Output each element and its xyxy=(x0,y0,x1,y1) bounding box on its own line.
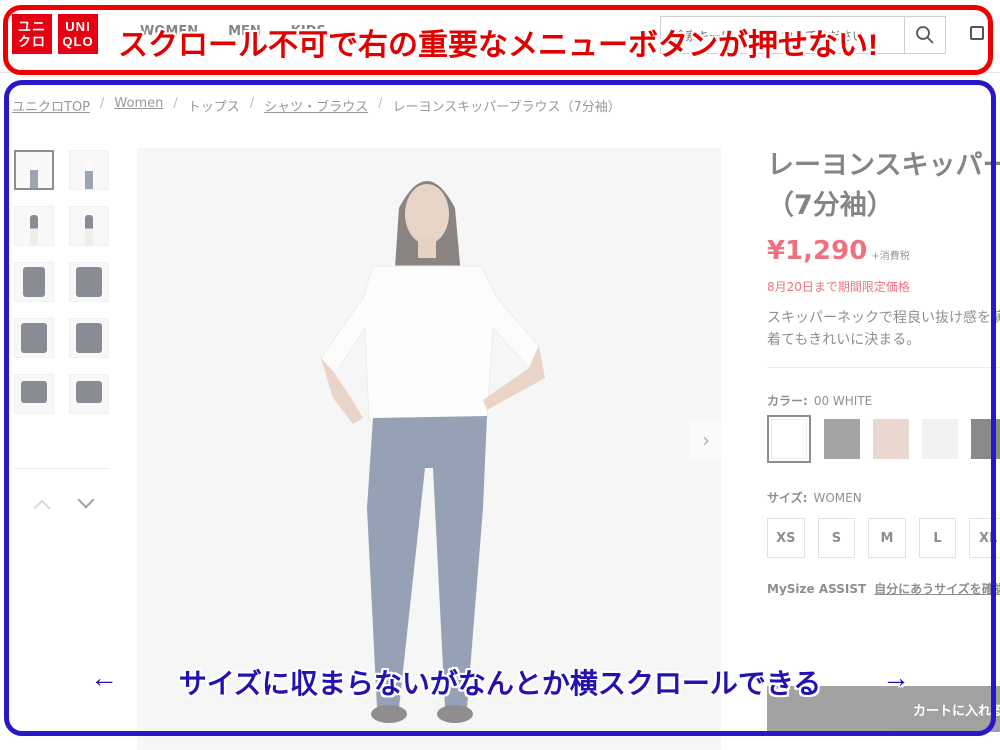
color-swatch-light[interactable] xyxy=(922,419,958,459)
product-title-line2: （7分袖） xyxy=(767,190,894,221)
main-product-image xyxy=(137,148,721,750)
thumbnail-2[interactable] xyxy=(69,150,109,190)
logo-katakana: ユニ クロ xyxy=(12,14,52,54)
size-options: XS S M L XL xyxy=(767,518,1000,558)
divider xyxy=(767,367,1000,368)
mysize-label: MySize ASSIST xyxy=(767,582,867,596)
color-value: 00 WHITE xyxy=(813,394,873,408)
uniqlo-logo[interactable]: ユニ クロ UNI QLO xyxy=(12,14,98,54)
product-price: ¥1,290 +消費税 xyxy=(767,236,1000,266)
size-s-button[interactable]: S xyxy=(817,518,856,558)
product-page: ユニクロTOP / Women / トップス / シャツ・ブラウス / レーヨン… xyxy=(0,76,1000,750)
color-swatch-white[interactable] xyxy=(767,415,811,463)
tax-note: +消費税 xyxy=(871,251,910,262)
thumbnail-divider xyxy=(14,468,110,469)
thumbnail-7[interactable] xyxy=(14,318,54,358)
color-label: カラー: 00 WHITE xyxy=(767,392,1000,409)
color-swatch-dark[interactable] xyxy=(971,419,1000,459)
chevron-right-icon: › xyxy=(702,428,710,452)
thumbnail-6[interactable] xyxy=(69,262,109,302)
size-label-text: サイズ: xyxy=(767,491,808,505)
thumbnail-8[interactable] xyxy=(69,318,109,358)
thumbnail-5[interactable] xyxy=(14,262,54,302)
next-image-button[interactable]: › xyxy=(689,420,723,460)
product-info: レーヨンスキッパーブラウス （7分袖） ¥1,290+消費税 8月20日まで期間… xyxy=(767,146,1000,597)
breadcrumb-shirts[interactable]: シャツ・ブラウス xyxy=(264,96,368,115)
thumbnail-10[interactable] xyxy=(69,374,109,414)
thumbnail-9[interactable] xyxy=(14,374,54,414)
breadcrumb-separator: / xyxy=(249,96,255,111)
color-swatch-gray[interactable] xyxy=(824,419,860,459)
breadcrumb-top[interactable]: ユニクロTOP xyxy=(12,96,90,115)
size-value: WOMEN xyxy=(813,491,862,505)
search-button[interactable] xyxy=(904,17,945,53)
product-description: スキッパーネックで程良い抜け感を演出。 着てもきれいに決まる。 xyxy=(767,310,1000,348)
breadcrumb-current: レーヨンスキッパーブラウス（7分袖） xyxy=(392,100,621,115)
store-icon[interactable] xyxy=(970,26,984,40)
bottom-note-text: サイズに収まらないがなんとか横スクロールできる xyxy=(178,668,822,699)
breadcrumb-separator: / xyxy=(100,96,105,111)
thumbnail-4[interactable] xyxy=(69,206,109,246)
product-title-line1: レーヨンスキッパーブラウス xyxy=(767,150,1000,181)
size-xs-button[interactable]: XS xyxy=(767,518,805,558)
bottom-note-annotation: ← サイズに収まらないがなんとか横スクロールできる → xyxy=(90,662,910,702)
breadcrumb-separator: / xyxy=(173,96,178,111)
color-swatches xyxy=(767,415,1000,463)
sale-note: 8月20日まで期間限定価格 xyxy=(767,280,910,294)
logo-latin: UNI QLO xyxy=(58,14,98,54)
color-label-text: カラー: xyxy=(767,394,808,408)
mysize-link[interactable]: 自分にあうサイズを確認 xyxy=(874,582,1000,596)
thumbnail-1[interactable] xyxy=(14,150,54,190)
right-arrow-annotation: → xyxy=(881,662,910,693)
model-photo xyxy=(137,148,721,750)
top-warning-annotation: スクロール不可で右の重要なメニューボタンが押せない! xyxy=(118,29,878,62)
breadcrumb: ユニクロTOP / Women / トップス / シャツ・ブラウス / レーヨン… xyxy=(12,96,621,115)
size-l-button[interactable]: L xyxy=(918,518,957,558)
thumbnail-up-icon[interactable] xyxy=(33,499,51,517)
color-swatch-pink[interactable] xyxy=(873,419,909,459)
breadcrumb-tops: トップス xyxy=(187,100,240,115)
size-m-button[interactable]: M xyxy=(868,518,906,558)
left-arrow-annotation: ← xyxy=(90,662,118,693)
mysize-assist: MySize ASSIST 自分にあうサイズを確認 xyxy=(767,580,1000,597)
thumbnail-3[interactable] xyxy=(14,206,54,246)
size-label: サイズ: WOMEN xyxy=(767,489,1000,506)
search-icon xyxy=(916,26,934,44)
size-xl-button[interactable]: XL xyxy=(969,518,1000,558)
breadcrumb-women[interactable]: Women xyxy=(114,96,163,115)
price-value: ¥1,290 xyxy=(767,236,868,266)
breadcrumb-separator: / xyxy=(378,96,383,111)
thumbnail-down-icon[interactable] xyxy=(77,491,95,509)
